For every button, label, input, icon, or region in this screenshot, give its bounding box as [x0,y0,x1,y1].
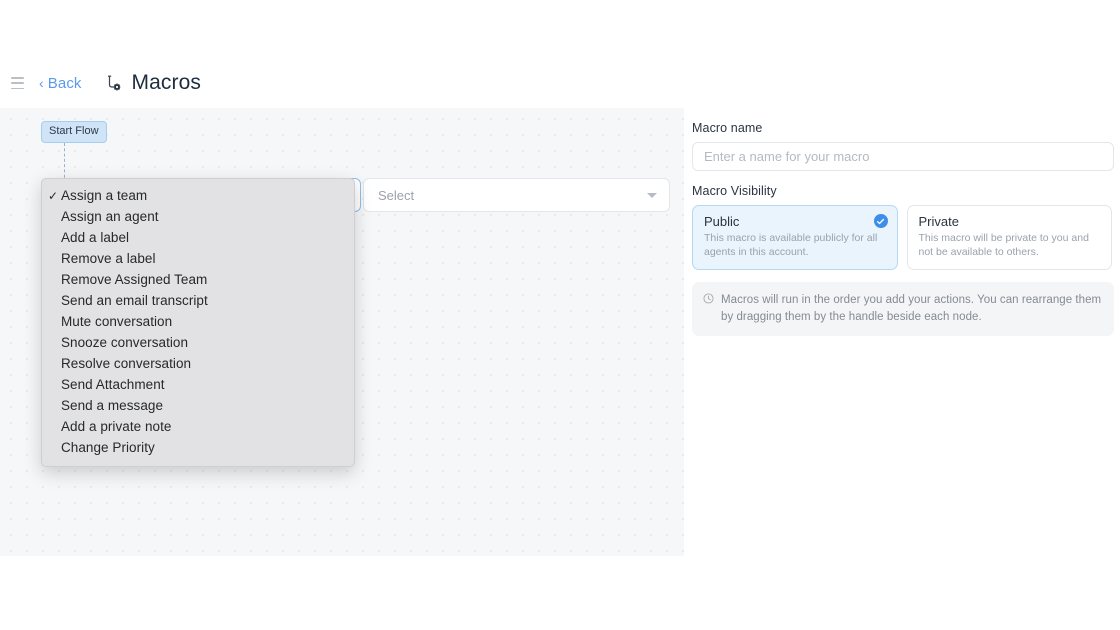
dropdown-item[interactable]: Add a private note [42,416,354,437]
visibility-options: Public This macro is available publicly … [692,205,1112,270]
dropdown-item-label: Send Attachment [61,377,165,392]
back-button[interactable]: ‹ Back [39,75,82,92]
chevron-left-icon: ‹ [39,75,44,91]
macro-info-text: Macros will run in the order you add you… [721,293,1102,323]
dropdown-item-label: Change Priority [61,440,155,455]
dropdown-item[interactable]: Assign an agent [42,206,354,227]
dropdown-item-label: Send an email transcript [61,293,208,308]
dropdown-item[interactable]: Snooze conversation [42,332,354,353]
dropdown-item[interactable]: Send a message [42,395,354,416]
dropdown-item-label: Remove a label [61,251,156,266]
dropdown-item[interactable]: Send Attachment [42,374,354,395]
dropdown-item-label: Add a label [61,230,130,245]
dropdown-item[interactable]: Change Priority [42,437,354,458]
macro-name-input[interactable] [692,142,1114,171]
dropdown-item[interactable]: Remove Assigned Team [42,269,354,290]
back-button-label: Back [47,74,82,92]
start-flow-node[interactable]: Start Flow [41,121,107,143]
dropdown-item-label: Remove Assigned Team [61,272,208,287]
check-circle-icon [873,214,888,228]
dropdown-item[interactable]: ✓ Assign a team [42,185,354,206]
dropdown-item[interactable]: Mute conversation [42,311,354,332]
macro-wand-icon [107,75,120,91]
info-circle-icon [703,293,714,304]
visibility-option-public[interactable]: Public This macro is available publicly … [692,205,898,270]
action-type-dropdown-menu[interactable]: ✓ Assign a team Assign an agent Add a label… [41,178,355,467]
dropdown-item-label: Snooze conversation [61,335,189,350]
dropdown-item-label: Add a private note [61,419,172,434]
dropdown-item-label: Assign an agent [61,209,159,224]
macro-visibility-label: Macro Visibility [692,184,777,198]
dropdown-item[interactable]: Remove a label [42,248,354,269]
macro-info-box: Macros will run in the order you add you… [692,281,1114,337]
dropdown-item-label: Resolve conversation [61,356,192,371]
app-header: ‹ Back Macros [0,58,1120,108]
action-value-placeholder: Select [378,187,415,203]
dropdown-item-label: Assign a team [61,188,148,203]
page-title: Macros [131,71,201,94]
visibility-option-private[interactable]: Private This macro will be private to yo… [906,205,1112,270]
check-icon: ✓ [48,188,59,203]
flow-connector-line [64,143,65,183]
dropdown-item-label: Send a message [61,398,164,413]
dropdown-item[interactable]: Resolve conversation [42,353,354,374]
visibility-option-public-description: This macro is available publicly for all… [704,232,878,259]
page-title-group: Macros [106,71,201,95]
chevron-down-icon [647,192,657,198]
visibility-option-public-title: Public [704,214,740,229]
visibility-option-private-description: This macro will be private to you and no… [918,232,1089,259]
dropdown-item[interactable]: Add a label [42,227,354,248]
action-value-select[interactable]: Select [363,178,670,212]
macro-settings-panel: Macro name Macro Visibility Public This … [684,108,1120,556]
macro-name-label: Macro name [692,121,763,135]
start-flow-label: Start Flow [49,125,99,137]
visibility-option-private-title: Private [918,214,959,229]
dropdown-item-label: Mute conversation [61,314,173,329]
hamburger-icon[interactable] [11,77,25,89]
dropdown-item[interactable]: Send an email transcript [42,290,354,311]
